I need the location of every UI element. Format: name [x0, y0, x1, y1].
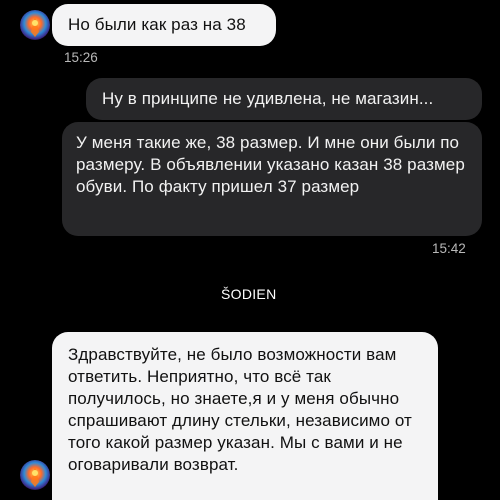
contact-avatar-icon[interactable] [20, 10, 50, 40]
message-bubble-outgoing[interactable]: У меня такие же, 38 размер. И мне они бы… [62, 122, 482, 236]
message-text: Ну в принципе не удивлена, не магазин... [102, 89, 434, 108]
contact-avatar-icon[interactable] [20, 460, 50, 490]
message-bubble-incoming[interactable]: Но были как раз на 38 [52, 4, 276, 46]
message-bubble-incoming[interactable]: Здравствуйте, не было возможности вам от… [52, 332, 438, 500]
message-bubble-outgoing[interactable]: Ну в принципе не удивлена, не магазин... [86, 78, 482, 120]
message-text: Но были как раз на 38 [68, 15, 246, 34]
message-timestamp: 15:26 [64, 50, 98, 65]
sender-name: ŠODIEN [221, 286, 277, 302]
chat-thread: Но были как раз на 38 15:26 Ну в принцип… [0, 0, 500, 500]
message-text: У меня такие же, 38 размер. И мне они бы… [76, 133, 465, 196]
message-text: Здравствуйте, не было возможности вам от… [68, 345, 412, 474]
message-timestamp: 15:42 [432, 241, 466, 256]
